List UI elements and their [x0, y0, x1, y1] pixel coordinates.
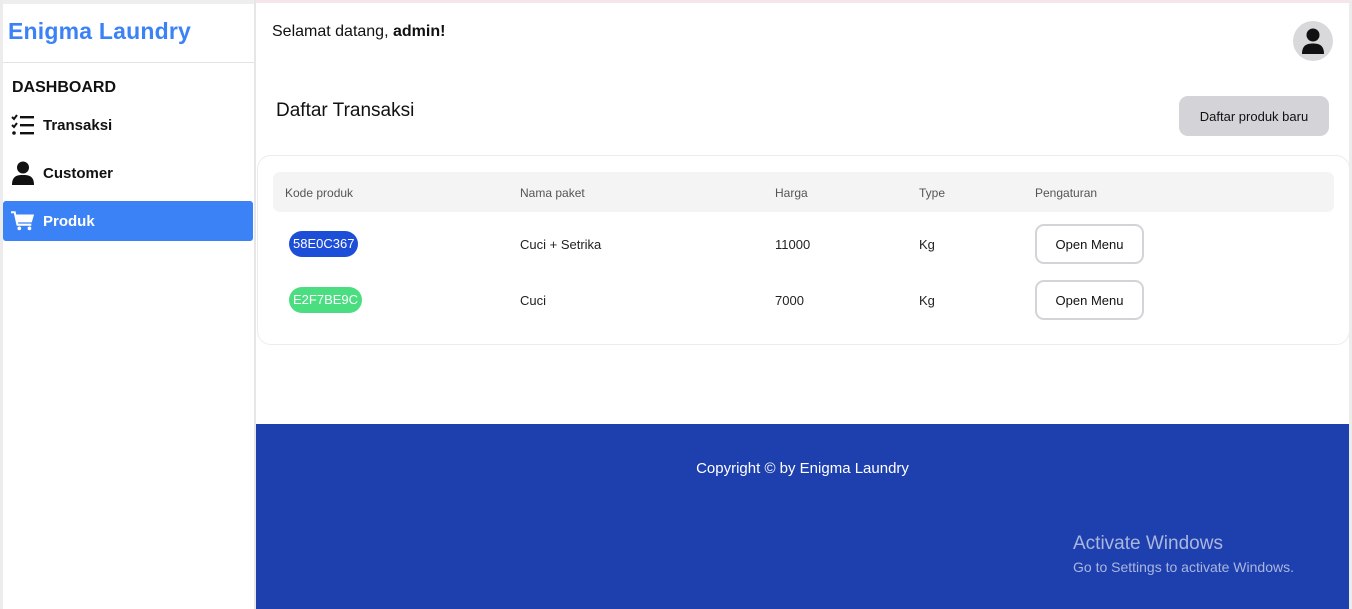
table-header: Kode produk Nama paket Harga Type Pengat…	[273, 172, 1334, 212]
column-header-kode: Kode produk	[285, 186, 354, 200]
sidebar-item-label: Customer	[43, 164, 114, 182]
product-name: Cuci + Setrika	[520, 237, 602, 252]
watermark-title: Activate Windows	[1073, 533, 1223, 554]
product-price: 7000	[775, 293, 804, 308]
page-title: Daftar Transaksi	[276, 100, 415, 121]
open-menu-button[interactable]: Open Menu	[1035, 280, 1144, 320]
new-product-button[interactable]: Daftar produk baru	[1179, 96, 1329, 136]
product-table-card: Kode produk Nama paket Harga Type Pengat…	[257, 155, 1350, 345]
user-avatar-icon[interactable]	[1293, 21, 1333, 61]
username: admin!	[392, 23, 446, 40]
list-check-icon	[11, 113, 35, 137]
product-name: Cuci	[520, 293, 547, 308]
column-header-pengaturan: Pengaturan	[1035, 186, 1098, 200]
table-row: E2F7BE9C Cuci 7000 Kg Open Menu	[273, 272, 1334, 328]
sidebar-item-customer[interactable]: Customer	[3, 153, 253, 193]
open-menu-button[interactable]: Open Menu	[1035, 224, 1144, 264]
product-code-badge: E2F7BE9C	[289, 287, 363, 313]
column-header-harga: Harga	[775, 186, 808, 200]
copyright-text: Copyright © by Enigma Laundry	[696, 460, 909, 477]
product-type: Kg	[919, 237, 935, 252]
cart-icon	[11, 209, 35, 233]
product-type: Kg	[919, 293, 935, 308]
watermark-subtitle: Go to Settings to activate Windows.	[1073, 559, 1294, 575]
column-header-nama: Nama paket	[520, 186, 585, 200]
table-row: 58E0C367 Cuci + Setrika 11000 Kg Open Me…	[273, 216, 1334, 272]
sidebar-item-label: Produk	[43, 212, 95, 230]
sidebar-section-title: DASHBOARD	[12, 79, 116, 96]
main-content: Selamat datang, admin! Daftar Transaksi …	[256, 0, 1352, 424]
welcome-message: Selamat datang, admin!	[272, 23, 445, 41]
sidebar-item-produk[interactable]: Produk	[3, 201, 253, 241]
windows-activation-watermark: Activate Windows Go to Settings to activ…	[1073, 533, 1294, 575]
greeting-text: Selamat datang,	[272, 23, 393, 40]
user-icon	[11, 161, 35, 185]
product-code-badge: 58E0C367	[289, 231, 359, 257]
footer: Copyright © by Enigma Laundry Activate W…	[256, 424, 1349, 609]
product-price: 11000	[775, 237, 811, 252]
sidebar: Enigma Laundry DASHBOARD Transaksi Custo…	[0, 0, 256, 609]
brand-logo[interactable]: Enigma Laundry	[3, 0, 254, 63]
sidebar-item-label: Transaksi	[43, 116, 113, 134]
column-header-type: Type	[919, 186, 946, 200]
sidebar-item-transaksi[interactable]: Transaksi	[3, 105, 253, 145]
